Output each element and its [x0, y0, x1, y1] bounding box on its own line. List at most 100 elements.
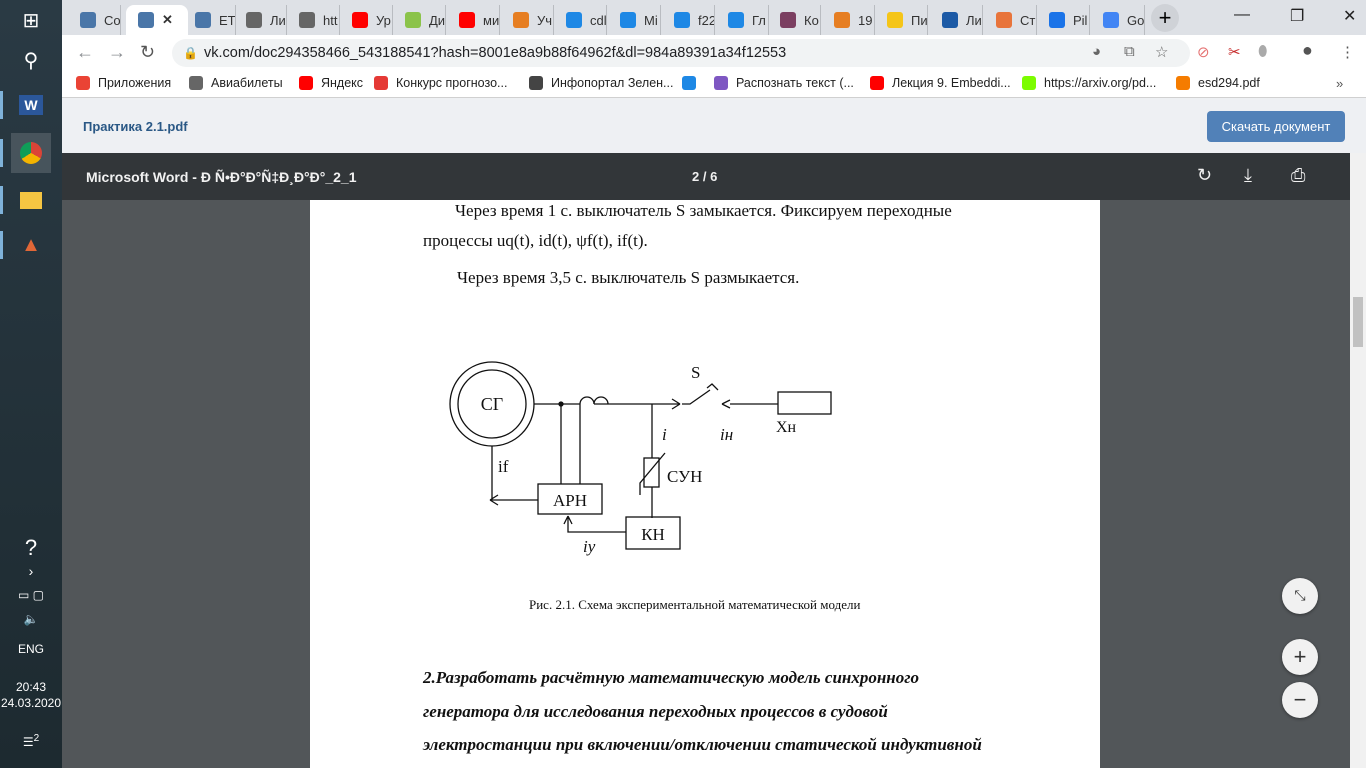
switch-s [682, 383, 778, 409]
tab-favicon-icon [352, 12, 368, 28]
bookmark-item[interactable]: Приложения [76, 76, 171, 90]
scrollbar-thumb[interactable] [1353, 297, 1363, 347]
extension-icon-2[interactable]: ✂ [1228, 43, 1241, 61]
tab[interactable]: Ко [768, 5, 821, 35]
tab[interactable]: Ли [930, 5, 983, 35]
back-button[interactable]: ← [76, 42, 94, 63]
zoom-in-button[interactable]: + [1282, 639, 1318, 675]
tab-label: Уч [537, 12, 553, 28]
clock-date[interactable]: 24.03.2020 [0, 696, 62, 710]
tab[interactable]: Go [1091, 5, 1145, 35]
more-bookmarks-chevron[interactable]: » [1336, 76, 1343, 91]
bookmark-item[interactable]: Лекция 9. Embeddi... [870, 76, 1011, 90]
show-hidden-icons-chevron[interactable]: › [0, 563, 62, 579]
forward-button[interactable]: → [108, 42, 126, 63]
zoom-out-button[interactable]: − [1282, 682, 1318, 718]
close-window-button[interactable]: ✕ [1343, 6, 1356, 26]
bookmark-item[interactable]: Инфопортал Зелен... [529, 76, 673, 90]
word-icon[interactable]: W [0, 85, 51, 125]
inductor-coil [579, 396, 609, 405]
bookmark-item[interactable]: Конкурс прогнозо... [374, 76, 507, 90]
bookmark-star-icon[interactable]: ☆ [1155, 43, 1168, 61]
minimize-button[interactable]: — [1234, 6, 1250, 24]
tab-label: Ст [1020, 12, 1036, 28]
tab-favicon-icon [246, 12, 262, 28]
tab-label: Гл [752, 12, 766, 28]
tab[interactable]: 19 [822, 5, 875, 35]
tab-favicon-icon [405, 12, 421, 28]
tab[interactable]: Ст [984, 5, 1037, 35]
battery-network-icons[interactable]: ▭ ▢ [0, 588, 62, 602]
url-input[interactable]: 🔒 vk.com/doc294358466_543188541?hash=8001… [172, 39, 1190, 67]
bookmark-label: Авиабилеты [211, 76, 283, 90]
tab[interactable]: Ли [234, 5, 287, 35]
tab[interactable]: htt [287, 5, 340, 35]
bookmark-favicon-icon [682, 76, 696, 90]
translate-icon[interactable]: ⧉ [1124, 43, 1135, 60]
notification-count: 2 [33, 733, 40, 744]
profile-avatar-icon[interactable]: ● [1302, 40, 1313, 61]
tab[interactable]: Гл [716, 5, 769, 35]
vertical-scrollbar[interactable] [1350, 153, 1366, 768]
tab[interactable]: ми [447, 5, 500, 35]
tab[interactable]: cdl [554, 5, 607, 35]
tab[interactable]: Pil [1037, 5, 1090, 35]
bookmark-item[interactable]: Распознать текст (... [714, 76, 854, 90]
new-tab-button[interactable]: + [1151, 4, 1179, 32]
chrome-icon[interactable] [0, 133, 51, 173]
tab-label: Go [1127, 12, 1145, 28]
bookmark-item[interactable]: esd294.pdf [1176, 76, 1260, 90]
print-icon[interactable]: ⎙ [1291, 165, 1305, 186]
pdf-viewer-toolbar: Microsoft Word - Ð Ñ•Ð°Ð°Ñ‡Ð¸Ð°Ð°_2_1 2 … [62, 153, 1366, 200]
fit-page-button[interactable]: ⤡ [1282, 578, 1318, 614]
task-heading-line-3: электростанции при включении/отключении … [423, 735, 982, 754]
tab[interactable]: Ур [340, 5, 393, 35]
reload-button[interactable]: ↻ [140, 42, 155, 63]
matlab-icon[interactable]: ▲ [0, 225, 51, 265]
close-tab-icon[interactable]: ✕ [162, 12, 173, 28]
rotate-icon[interactable]: ↻ [1197, 165, 1212, 186]
control-current-label: iу [583, 537, 596, 556]
cookie-blocked-icon[interactable]: ◕ [1092, 43, 1101, 60]
tab[interactable]: ETI [183, 5, 236, 35]
download-document-button[interactable]: Скачать документ [1207, 111, 1345, 142]
clock-time[interactable]: 20:43 [0, 680, 62, 694]
tab[interactable]: Co [68, 5, 121, 35]
tab-favicon-icon [513, 12, 529, 28]
menu-dots-icon[interactable]: ⋮ [1340, 43, 1355, 61]
extension-icon[interactable]: ⊘ [1197, 43, 1210, 61]
current-i-label: i [662, 425, 667, 444]
bookmark-item[interactable]: https://arxiv.org/pd... [1022, 76, 1156, 90]
language-indicator[interactable]: ENG [0, 642, 62, 656]
tab-favicon-icon [996, 12, 1012, 28]
search-icon[interactable]: ⚲ [11, 40, 51, 80]
control-current-arrow [563, 515, 626, 533]
shield-extension-icon[interactable]: ⬮ [1258, 43, 1267, 60]
tab-favicon-icon [620, 12, 636, 28]
bookmark-label: https://arxiv.org/pd... [1044, 76, 1157, 90]
tab[interactable]: Уч [501, 5, 554, 35]
bookmark-item[interactable]: Яндекс [299, 76, 363, 90]
address-row: ← → ↻ 🔒 vk.com/doc294358466_543188541?has… [62, 35, 1366, 70]
tab[interactable]: Пи [875, 5, 928, 35]
circuit-diagram: СГ S Xн i iн if АРН СУН КН iу [449, 361, 832, 556]
tab[interactable]: f22 [662, 5, 715, 35]
bookmark-item[interactable]: Авиабилеты [189, 76, 283, 90]
tab[interactable]: ✕ [126, 5, 188, 35]
taskbar: ⊞ ⚲ W ▲ ? › ▭ ▢ 🔈 ENG 20:43 24.03.2020 ☰… [0, 0, 62, 768]
download-icon[interactable]: ⤓ [1244, 165, 1252, 186]
notifications-icon[interactable]: ☰2 [0, 733, 62, 749]
tab-favicon-icon [566, 12, 582, 28]
maximize-button[interactable]: ❐ [1290, 6, 1304, 26]
arn-sense-lines [560, 404, 581, 484]
bookmark-favicon-icon [1022, 76, 1036, 90]
windows-start-icon[interactable]: ⊞ [11, 0, 51, 40]
help-icon[interactable]: ? [0, 535, 62, 561]
tab[interactable]: Mi [608, 5, 661, 35]
task-heading-line-2: генератора для исследования переходных п… [423, 702, 888, 721]
volume-icon[interactable]: 🔈 [0, 612, 62, 626]
bookmark-item[interactable] [682, 76, 704, 90]
file-explorer-icon[interactable] [0, 180, 51, 220]
tab[interactable]: Ди [393, 5, 446, 35]
tab-favicon-icon [887, 12, 903, 28]
